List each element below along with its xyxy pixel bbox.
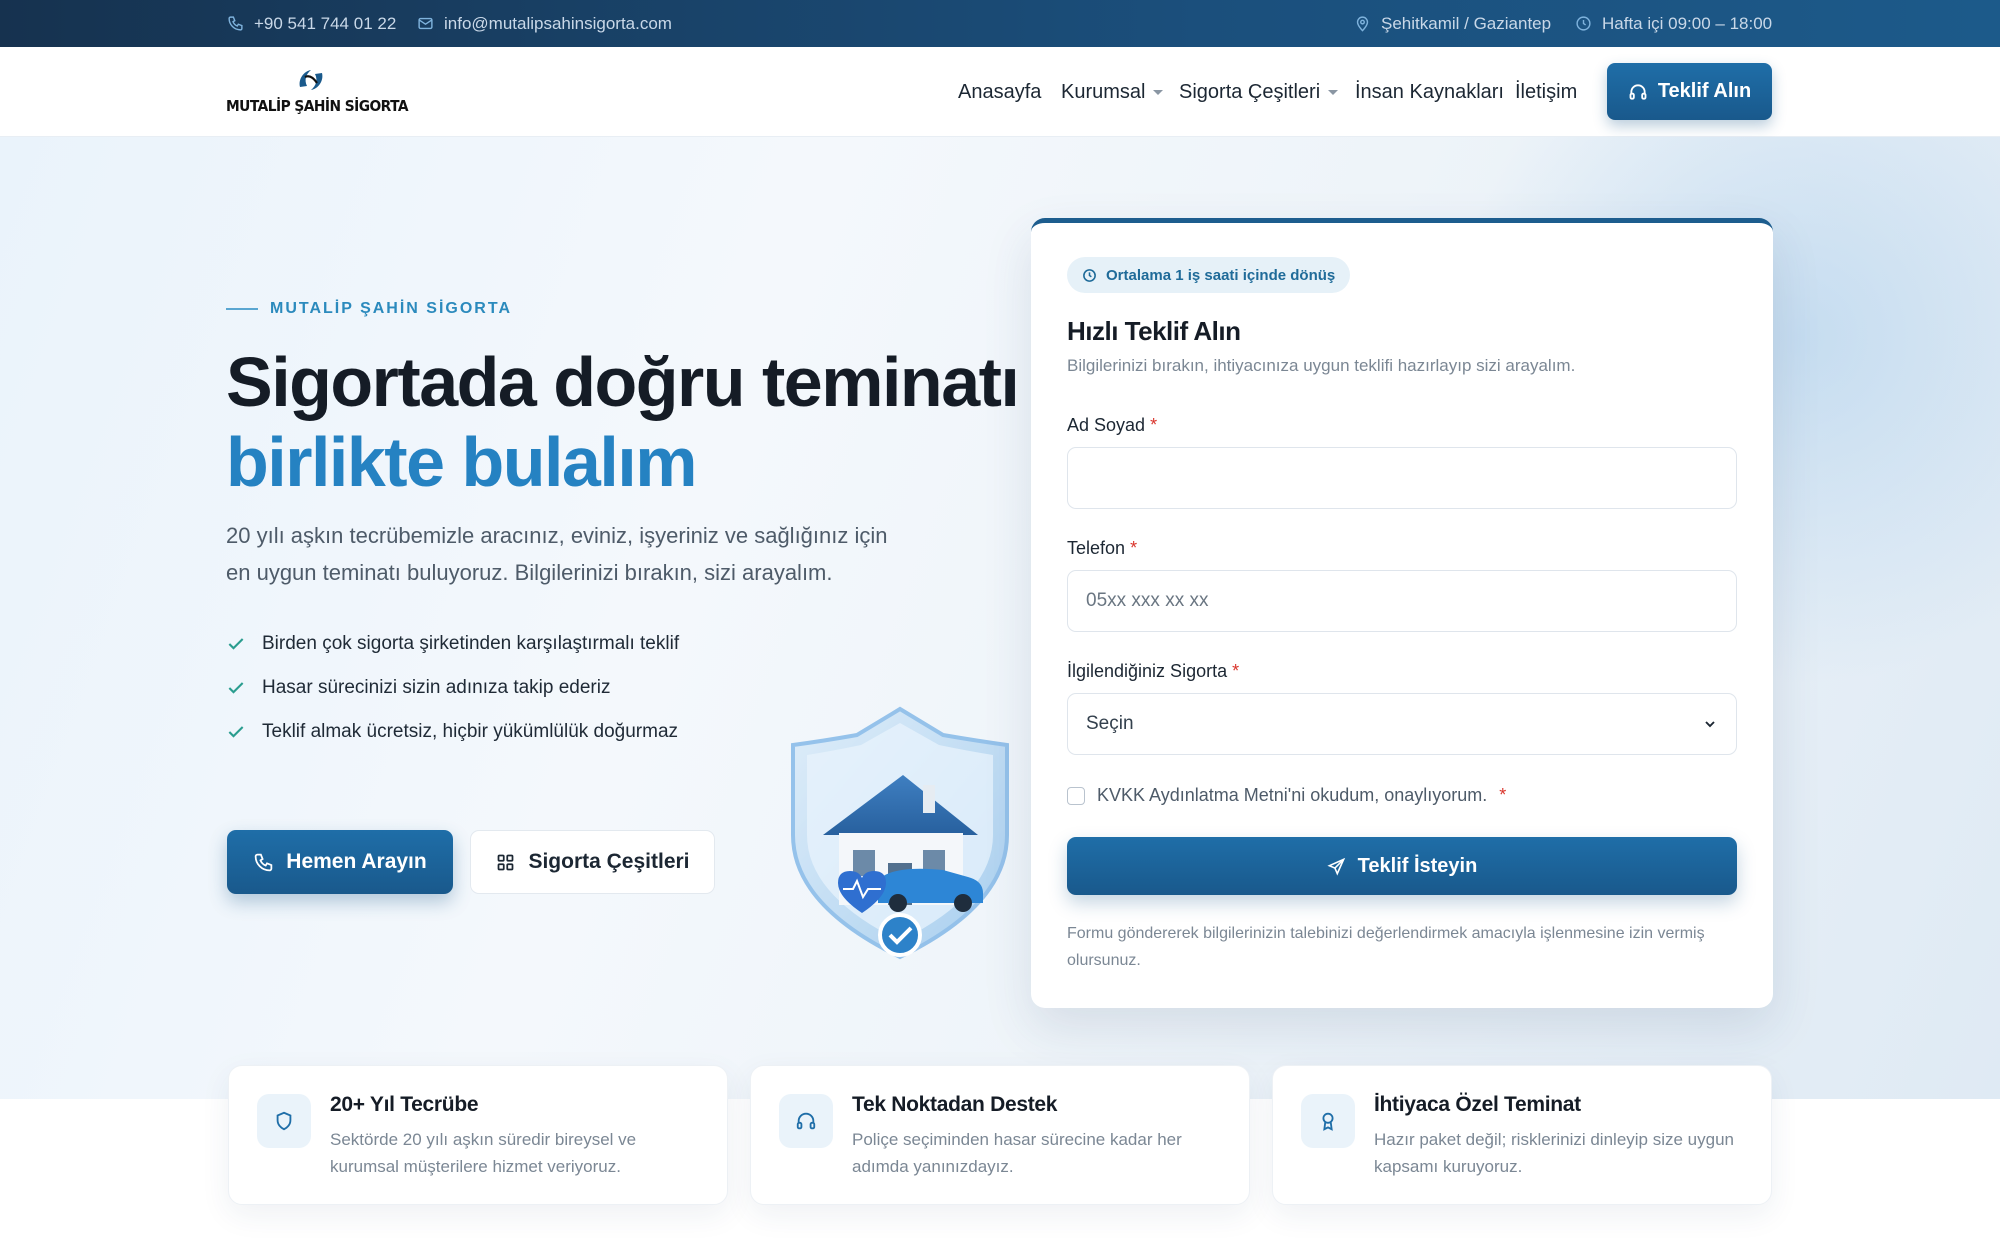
submit-quote-label: Teklif İsteyin	[1357, 854, 1478, 877]
response-time-text: Ortalama 1 iş saati içinde dönüş	[1106, 266, 1336, 284]
headset-icon	[1629, 83, 1647, 100]
required-mark: *	[1130, 538, 1138, 558]
topbar-email-text: info@mutalipsahinsigorta.com	[444, 13, 672, 33]
feature-icon-box	[1301, 1094, 1355, 1148]
feature-title: 20+ Yıl Tecrübe	[330, 1093, 479, 1116]
hero-lead: 20 yılı aşkın tecrübemizle aracınız, evi…	[226, 523, 888, 585]
shield-house-car-illustration	[791, 706, 1009, 960]
kvkk-consent: KVKK Aydınlatma Metni'ni okudum, onaylıy…	[1067, 785, 1506, 806]
insurance-label: İlgilendiğiniz Sigorta *	[1067, 661, 1239, 682]
topbar-phone[interactable]: +90 541 744 01 22	[227, 0, 396, 47]
required-mark: *	[1150, 415, 1158, 435]
list-item: Birden çok sigorta şirketinden karşılaşt…	[226, 622, 679, 666]
response-time-badge: Ortalama 1 iş saati içinde dönüş	[1067, 257, 1351, 293]
get-quote-label: Teklif Alın	[1657, 80, 1752, 102]
nav-hr-label: İnsan Kaynakları	[1355, 80, 1504, 103]
topbar-hours: Hafta içi 09:00 – 18:00	[1575, 0, 1772, 47]
get-quote-button[interactable]: Teklif Alın	[1607, 63, 1772, 120]
nav-contact-label: İletişim	[1515, 80, 1578, 103]
feature-card-experience: 20+ Yıl Tecrübe Sektörde 20 yılı aşkın s…	[228, 1065, 728, 1205]
feature-icon-box	[257, 1094, 311, 1148]
brand-logo[interactable]: MUTALİP ŞAHİN SİGORTA	[226, 65, 409, 121]
send-icon	[1327, 857, 1345, 876]
check-text: Hasar sürecinizi sizin adınıza takip ede…	[262, 677, 611, 698]
quick-quote-form: Ortalama 1 iş saati içinde dönüş Hızlı T…	[1031, 218, 1773, 1008]
check-icon	[228, 638, 244, 650]
phone-label-text: Telefon	[1067, 538, 1126, 558]
hero-check-list: Birden çok sigorta şirketinden karşılaşt…	[226, 622, 679, 754]
nav-item-home[interactable]: Anasayfa	[958, 47, 1041, 137]
required-mark: *	[1499, 785, 1507, 805]
eyebrow-text: MUTALİP ŞAHİN SİGORTA	[270, 300, 512, 317]
feature-title: İhtiyaca Özel Teminat	[1374, 1093, 1581, 1116]
clock-icon	[1576, 16, 1591, 31]
nav-item-contact[interactable]: İletişim	[1515, 47, 1577, 137]
name-label: Ad Soyad *	[1067, 415, 1157, 436]
required-mark: *	[1232, 661, 1240, 681]
eyebrow-line	[226, 308, 258, 310]
kvkk-checkbox[interactable]	[1067, 786, 1085, 805]
feature-card-custom-coverage: İhtiyaca Özel Teminat Hazır paket değil;…	[1272, 1065, 1772, 1205]
submit-quote-button[interactable]: Teklif İsteyin	[1067, 837, 1737, 895]
brand-name: MUTALİP ŞAHİN SİGORTA	[226, 97, 409, 115]
nav-corporate-label: Kurumsal	[1061, 80, 1146, 103]
insurance-types-label: Sigorta Çeşitleri	[528, 850, 690, 873]
mail-icon	[418, 17, 433, 30]
check-text: Birden çok sigorta şirketinden karşılaşt…	[262, 633, 680, 654]
clock-icon	[1083, 268, 1096, 282]
form-disclaimer: Formu göndererek bilgilerinizin talebini…	[1067, 925, 1705, 969]
list-item: Hasar sürecinizi sizin adınıza takip ede…	[226, 666, 679, 710]
form-subtitle: Bilgilerinizi bırakın, ihtiyacınıza uygu…	[1067, 356, 1576, 375]
check-icon	[228, 682, 244, 694]
check-icon	[228, 726, 244, 738]
check-text: Teklif almak ücretsiz, hiçbir yükümlülük…	[262, 721, 679, 742]
call-now-button[interactable]: Hemen Arayın	[227, 830, 453, 894]
hero-eyebrow: MUTALİP ŞAHİN SİGORTA	[226, 300, 512, 318]
list-item: Teklif almak ücretsiz, hiçbir yükümlülük…	[226, 710, 679, 754]
insurance-select[interactable]: Seçin	[1067, 693, 1737, 755]
kvkk-text[interactable]: KVKK Aydınlatma Metni'ni okudum, onaylıy…	[1097, 785, 1487, 806]
chevron-down-icon	[1705, 721, 1715, 728]
nav-item-corporate[interactable]: Kurumsal	[1061, 47, 1164, 137]
map-pin-icon	[1356, 16, 1369, 32]
feature-desc: Poliçe seçiminden hasar sürecine kadar h…	[852, 1130, 1182, 1176]
logo-mark-icon	[299, 70, 323, 90]
award-icon	[1322, 1112, 1334, 1131]
chevron-down-icon	[1328, 89, 1339, 95]
feature-desc: Sektörde 20 yılı aşkın süredir bireysel …	[330, 1130, 637, 1176]
feature-icon-box	[779, 1094, 833, 1148]
nav-insurance-types-label: Sigorta Çeşitleri	[1179, 80, 1321, 103]
feature-desc: Hazır paket değil; risklerinizi dinleyip…	[1374, 1130, 1734, 1176]
nav-item-hr[interactable]: İnsan Kaynakları	[1355, 47, 1504, 137]
call-now-label: Hemen Arayın	[286, 850, 427, 873]
topbar-phone-text: +90 541 744 01 22	[254, 13, 397, 33]
shield-icon	[276, 1111, 292, 1131]
topbar-hours-text: Hafta içi 09:00 – 18:00	[1602, 13, 1773, 33]
grid-icon	[498, 854, 514, 870]
nav-item-insurance-types[interactable]: Sigorta Çeşitleri	[1179, 47, 1339, 137]
nav-home-label: Anasayfa	[958, 80, 1042, 103]
hero-title-line2: birlikte bulalım	[226, 423, 698, 501]
topbar-location-text: Şehitkamil / Gaziantep	[1381, 13, 1552, 33]
headset-icon	[796, 1112, 816, 1130]
feature-card-support: Tek Noktadan Destek Poliçe seçiminden ha…	[750, 1065, 1250, 1205]
hero-title-line1: Sigortada doğru teminatı	[226, 343, 1020, 421]
top-info-bar: +90 541 744 01 22 info@mutalipsahinsigor…	[0, 0, 2000, 47]
insurance-select-value: Seçin	[1086, 713, 1134, 734]
phone-icon	[228, 16, 243, 31]
topbar-email[interactable]: info@mutalipsahinsigorta.com	[417, 0, 672, 47]
phone-label: Telefon *	[1067, 538, 1137, 559]
name-input[interactable]	[1067, 447, 1737, 509]
form-title: Hızlı Teklif Alın	[1067, 316, 1241, 346]
feature-title: Tek Noktadan Destek	[852, 1093, 1058, 1116]
topbar-location: Şehitkamil / Gaziantep	[1354, 0, 1551, 47]
main-navbar: MUTALİP ŞAHİN SİGORTA Anasayfa Kurumsal …	[0, 47, 2000, 137]
chevron-down-icon	[1153, 89, 1164, 95]
phone-input[interactable]	[1067, 570, 1737, 632]
phone-icon	[255, 853, 273, 871]
insurance-types-button[interactable]: Sigorta Çeşitleri	[470, 830, 715, 894]
name-label-text: Ad Soyad	[1067, 415, 1146, 435]
hero-section: MUTALİP ŞAHİN SİGORTA Sigortada doğru te…	[0, 137, 2000, 1099]
insurance-label-text: İlgilendiğiniz Sigorta	[1067, 661, 1228, 681]
